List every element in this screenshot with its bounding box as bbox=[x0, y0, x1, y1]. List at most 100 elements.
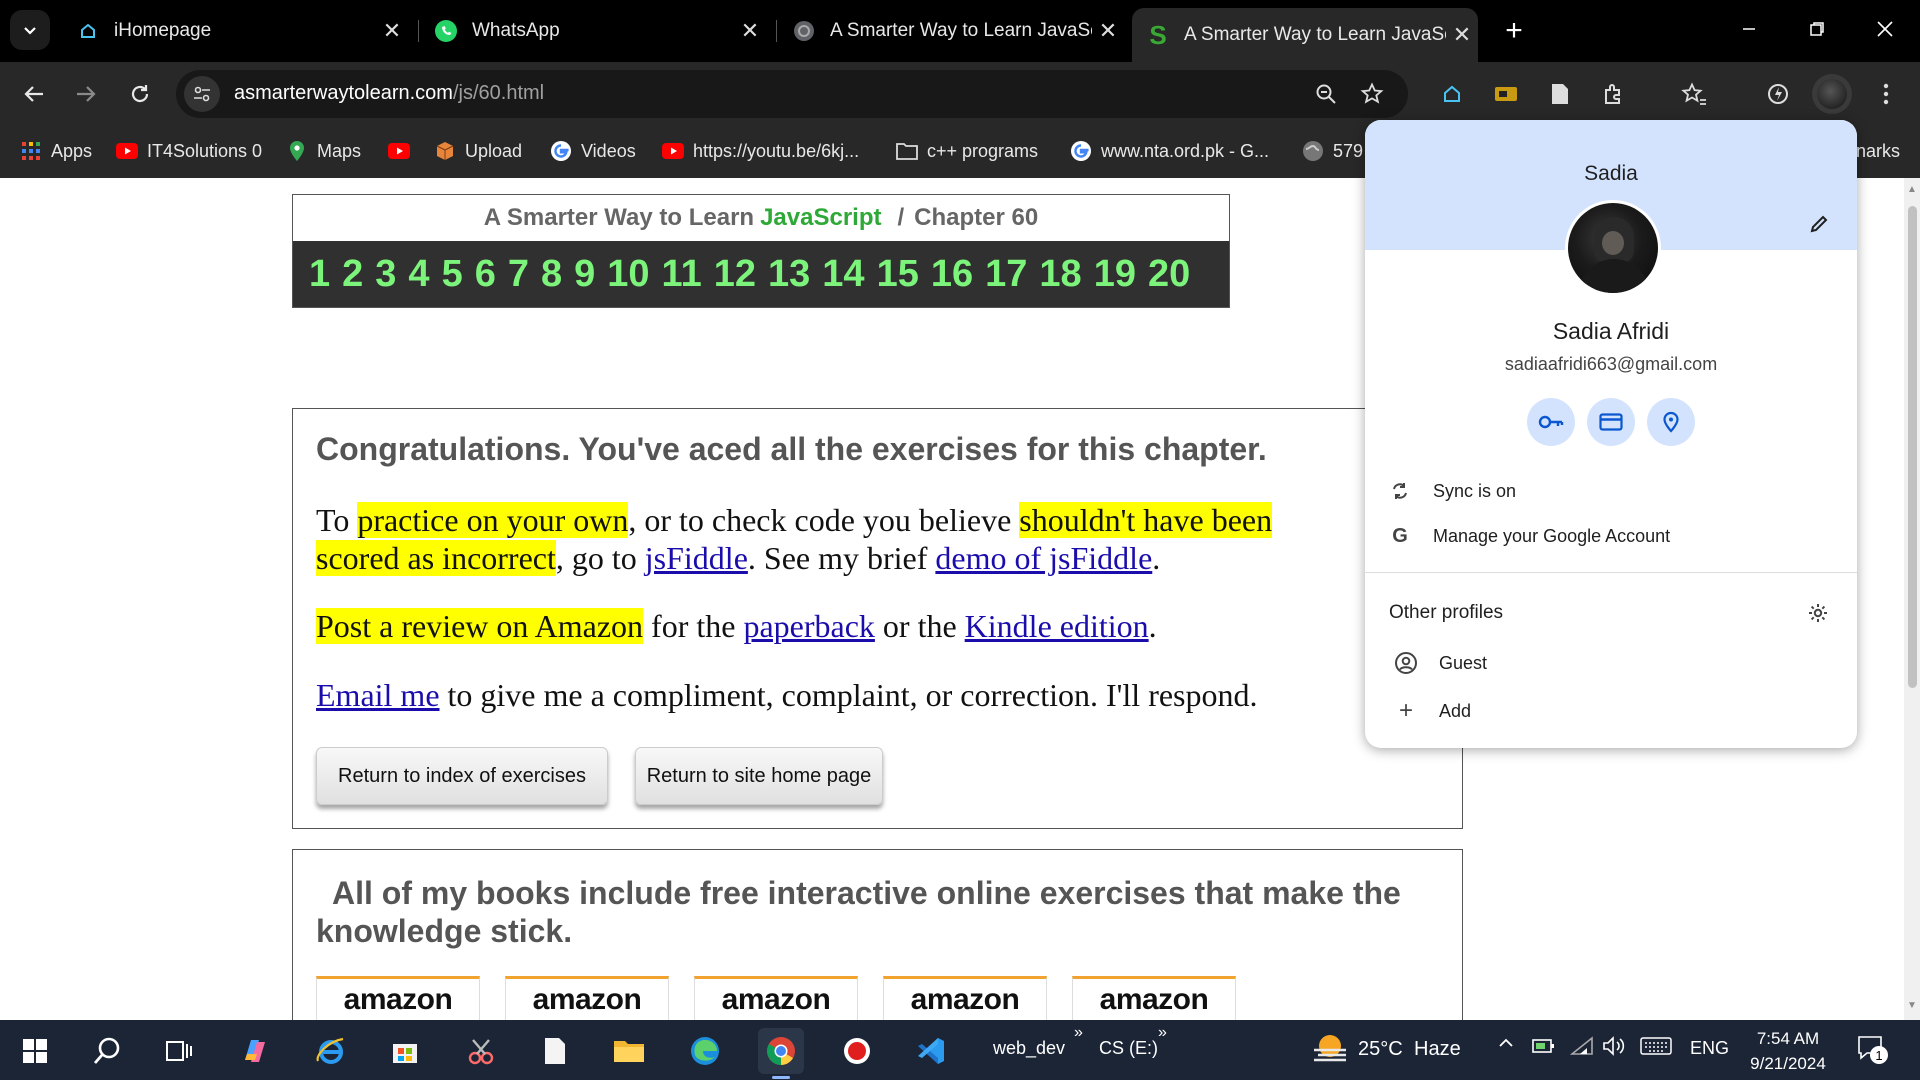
forward-button[interactable] bbox=[66, 74, 106, 114]
bookmark-it4solutions[interactable]: IT4Solutions 0 bbox=[116, 138, 262, 164]
weather-temp[interactable]: 25°C bbox=[1358, 1038, 1403, 1061]
chapter-link-1[interactable]: 1 bbox=[309, 253, 330, 296]
weather-haze-icon[interactable] bbox=[1310, 1032, 1350, 1071]
chrome-menu-button[interactable] bbox=[1866, 74, 1906, 114]
chapter-link-7[interactable]: 7 bbox=[508, 253, 529, 296]
chapter-link-9[interactable]: 9 bbox=[574, 253, 595, 296]
return-to-home-button[interactable]: Return to site home page bbox=[635, 747, 883, 805]
scrollbar-thumb[interactable] bbox=[1908, 206, 1917, 688]
address-bar[interactable]: asmarterwaytolearn.com/js/60.html bbox=[176, 70, 1408, 118]
copilot-button[interactable] bbox=[232, 1028, 278, 1074]
site-info-button[interactable] bbox=[184, 76, 220, 112]
passwords-button[interactable] bbox=[1527, 398, 1575, 446]
email-me-link[interactable]: Email me bbox=[316, 677, 440, 713]
chapter-link-5[interactable]: 5 bbox=[442, 253, 463, 296]
notepad-button[interactable] bbox=[532, 1028, 578, 1074]
bookmark-videos[interactable]: Videos bbox=[550, 138, 636, 164]
chapter-link-18[interactable]: 18 bbox=[1039, 253, 1081, 296]
show-hidden-icons-button[interactable] bbox=[1497, 1034, 1515, 1057]
bookmark-upload[interactable]: Upload bbox=[434, 138, 522, 164]
chapter-link-13[interactable]: 13 bbox=[768, 253, 810, 296]
jsfiddle-link[interactable]: jsFiddle bbox=[645, 540, 748, 576]
scroll-down-arrow-icon[interactable]: ▼ bbox=[1907, 1000, 1917, 1011]
scroll-up-arrow-icon[interactable]: ▲ bbox=[1907, 184, 1917, 195]
keyboard-icon[interactable] bbox=[1640, 1036, 1672, 1061]
tab-whatsapp[interactable]: WhatsApp ✕ bbox=[420, 8, 766, 54]
extensions-button[interactable] bbox=[1594, 74, 1634, 114]
notifications-button[interactable]: 1 bbox=[1856, 1034, 1888, 1069]
bookmark-youtube[interactable] bbox=[388, 138, 419, 164]
weather-desc[interactable]: Haze bbox=[1414, 1038, 1461, 1061]
bookmark-folder-cpp[interactable]: c++ programs bbox=[896, 138, 1038, 164]
tab-ihomepage[interactable]: iHomepage ✕ bbox=[62, 8, 408, 54]
return-to-index-button[interactable]: Return to index of exercises bbox=[316, 747, 608, 805]
amazon-book-link[interactable]: amazon bbox=[1072, 976, 1236, 1020]
snipping-tool-button[interactable] bbox=[458, 1028, 504, 1074]
sync-status-row[interactable]: Sync is on bbox=[1365, 470, 1857, 512]
performance-button[interactable] bbox=[1758, 74, 1798, 114]
ihomepage-extension-button[interactable] bbox=[1432, 74, 1472, 114]
chapter-link-17[interactable]: 17 bbox=[985, 253, 1027, 296]
close-window-button[interactable] bbox=[1852, 0, 1918, 58]
chapter-link-20[interactable]: 20 bbox=[1148, 253, 1190, 296]
vscode-button[interactable] bbox=[908, 1028, 954, 1074]
manage-google-account-row[interactable]: G Manage your Google Account bbox=[1365, 515, 1857, 557]
chapter-link-14[interactable]: 14 bbox=[822, 253, 864, 296]
chapter-link-16[interactable]: 16 bbox=[931, 253, 973, 296]
wifi-icon[interactable] bbox=[1569, 1036, 1594, 1061]
amazon-book-link[interactable]: amazon bbox=[316, 976, 480, 1020]
manage-profiles-button[interactable] bbox=[1803, 598, 1833, 628]
start-button[interactable] bbox=[12, 1028, 58, 1074]
chapter-link-11[interactable]: 11 bbox=[662, 253, 702, 296]
chapter-link-2[interactable]: 2 bbox=[342, 253, 363, 296]
tab-search-button[interactable] bbox=[10, 10, 50, 50]
extension-doc-button[interactable] bbox=[1540, 74, 1580, 114]
microsoft-store-button[interactable] bbox=[382, 1028, 428, 1074]
amazon-book-link[interactable]: amazon bbox=[505, 976, 669, 1020]
tab-smarterway-1[interactable]: A Smarter Way to Learn JavaScr ✕ bbox=[778, 8, 1124, 54]
search-button[interactable] bbox=[84, 1028, 130, 1074]
payment-methods-button[interactable] bbox=[1587, 398, 1635, 446]
edit-profile-button[interactable] bbox=[1801, 206, 1837, 242]
bookmark-youtu-be[interactable]: https://youtu.be/6kj... bbox=[662, 138, 859, 164]
edge-button[interactable] bbox=[682, 1028, 728, 1074]
add-profile-row[interactable]: + Add bbox=[1365, 690, 1857, 732]
close-tab-icon[interactable]: ✕ bbox=[1092, 18, 1124, 44]
chevron-right-icon[interactable]: » bbox=[1074, 1024, 1083, 1042]
taskbar-folder-label[interactable]: web_dev bbox=[993, 1038, 1065, 1059]
chrome-button[interactable] bbox=[758, 1028, 804, 1074]
bookmark-other[interactable]: narks bbox=[1856, 138, 1900, 164]
internet-explorer-button[interactable] bbox=[308, 1028, 354, 1074]
screen-recorder-button[interactable] bbox=[834, 1028, 880, 1074]
addresses-button[interactable] bbox=[1647, 398, 1695, 446]
chapter-link-4[interactable]: 4 bbox=[408, 253, 429, 296]
system-clock[interactable]: 7:54 AM 9/21/2024 bbox=[1740, 1026, 1836, 1076]
bookmark-star-button[interactable] bbox=[1352, 74, 1392, 114]
bookmarks-manager-button[interactable] bbox=[1674, 74, 1714, 114]
guest-profile-row[interactable]: Guest bbox=[1365, 642, 1857, 684]
close-tab-icon[interactable]: ✕ bbox=[1446, 22, 1478, 48]
profile-button[interactable] bbox=[1812, 74, 1852, 114]
task-view-button[interactable] bbox=[156, 1028, 202, 1074]
amazon-book-link[interactable]: amazon bbox=[694, 976, 858, 1020]
chevron-right-icon[interactable]: » bbox=[1158, 1024, 1167, 1042]
bookmark-maps[interactable]: Maps bbox=[286, 138, 361, 164]
page-scrollbar[interactable]: ▲ ▼ bbox=[1904, 178, 1920, 1020]
amazon-book-link[interactable]: amazon bbox=[883, 976, 1047, 1020]
chapter-link-12[interactable]: 12 bbox=[714, 253, 756, 296]
chapter-link-3[interactable]: 3 bbox=[375, 253, 396, 296]
chapter-link-19[interactable]: 19 bbox=[1094, 253, 1136, 296]
tab-smarterway-active[interactable]: S A Smarter Way to Learn JavaScr ✕ bbox=[1132, 8, 1478, 62]
new-tab-button[interactable]: + bbox=[1494, 12, 1534, 50]
volume-icon[interactable] bbox=[1602, 1036, 1628, 1061]
zoom-button[interactable] bbox=[1306, 74, 1346, 114]
close-tab-icon[interactable]: ✕ bbox=[376, 18, 408, 44]
demo-jsfiddle-link[interactable]: demo of jsFiddle bbox=[935, 540, 1152, 576]
chapter-link-10[interactable]: 10 bbox=[607, 253, 649, 296]
chapter-link-15[interactable]: 15 bbox=[877, 253, 919, 296]
chapter-link-8[interactable]: 8 bbox=[541, 253, 562, 296]
close-tab-icon[interactable]: ✕ bbox=[734, 18, 766, 44]
reload-button[interactable] bbox=[120, 74, 160, 114]
extension-cast-button[interactable] bbox=[1486, 74, 1526, 114]
bookmark-nta[interactable]: www.nta.ord.pk - G... bbox=[1070, 138, 1269, 164]
